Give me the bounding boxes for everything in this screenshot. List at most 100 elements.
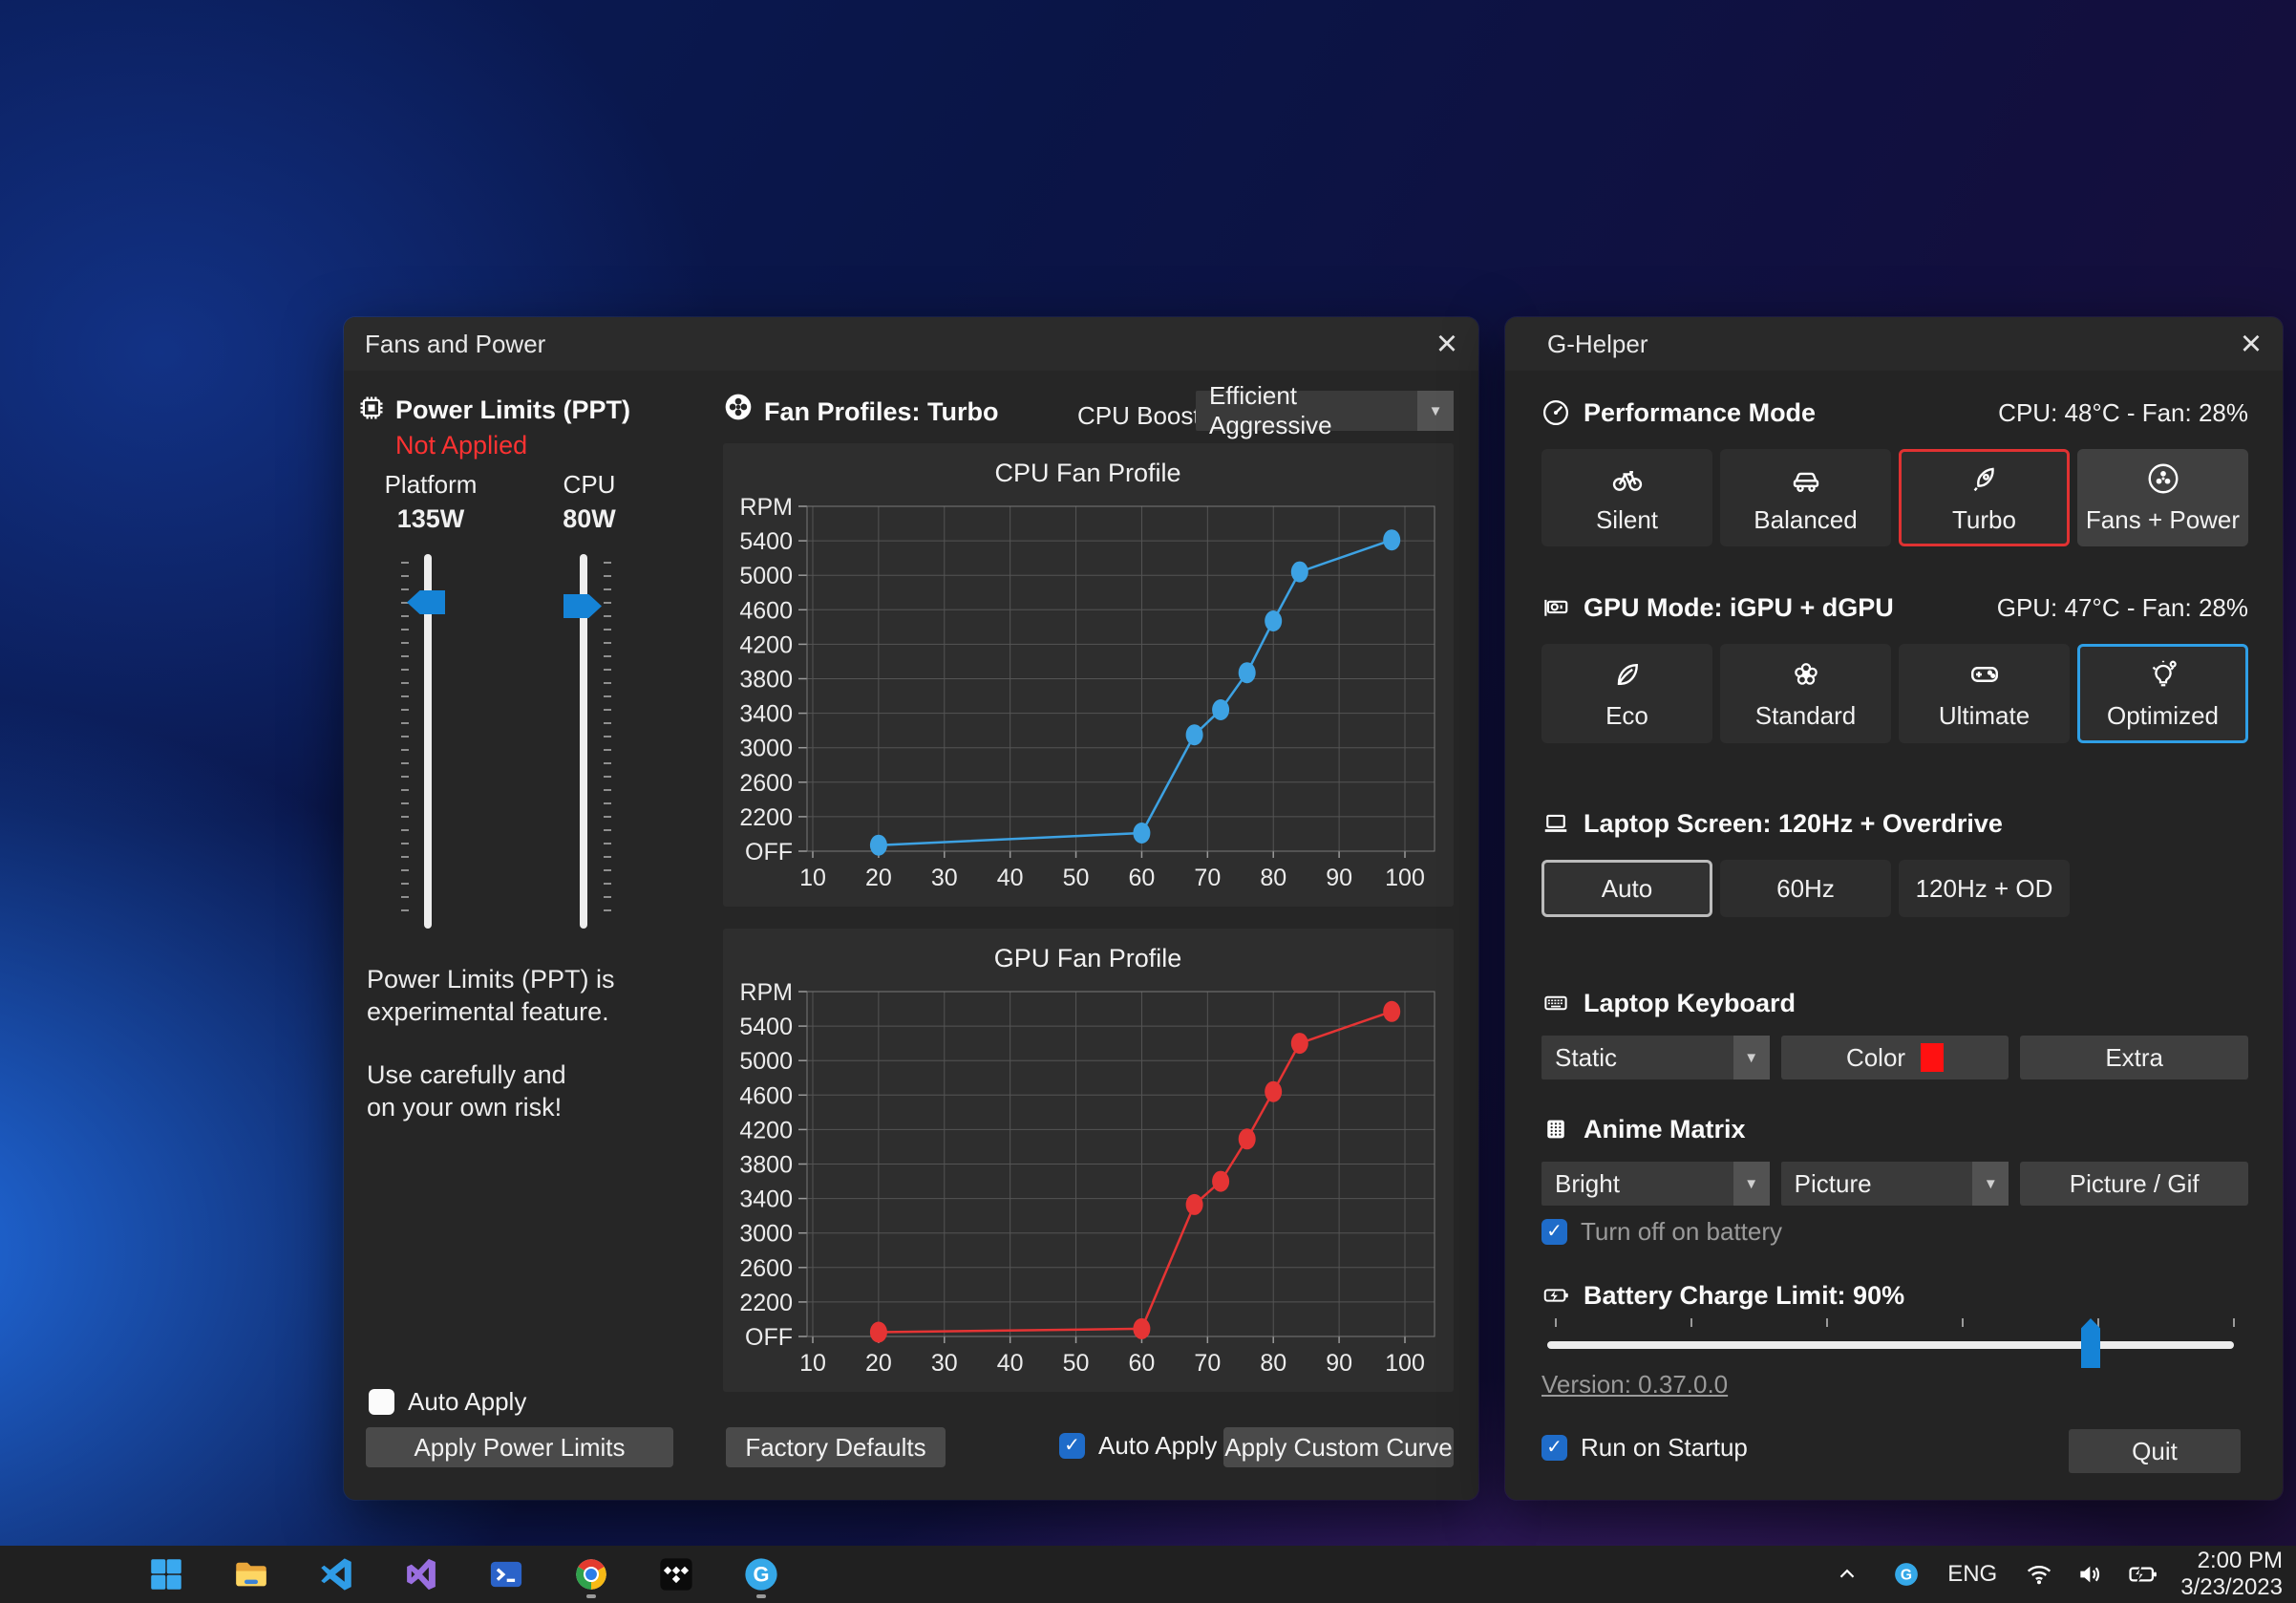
- svg-text:RPM: RPM: [739, 494, 793, 521]
- curve-auto-apply-checkbox[interactable]: [1059, 1433, 1085, 1459]
- color-swatch: [1921, 1043, 1944, 1072]
- svg-text:3400: 3400: [739, 1186, 793, 1213]
- keyboard-color-button[interactable]: Color: [1781, 1036, 2009, 1079]
- screen-auto-button[interactable]: Auto: [1541, 860, 1712, 917]
- fans-and-power-window: Fans and Power × Power Limits (PPT) Not …: [344, 317, 1478, 1500]
- close-icon[interactable]: ×: [1425, 323, 1469, 365]
- chevron-down-icon[interactable]: ▼: [1733, 1036, 1770, 1079]
- file-explorer-button[interactable]: [230, 1550, 272, 1599]
- apply-power-limits-button[interactable]: Apply Power Limits: [366, 1427, 673, 1467]
- quit-button[interactable]: Quit: [2069, 1429, 2241, 1473]
- cpu-slider-thumb[interactable]: [563, 594, 602, 618]
- svg-text:70: 70: [1194, 1350, 1221, 1377]
- svg-text:2200: 2200: [739, 1290, 793, 1316]
- speedometer-icon: [1541, 398, 1570, 427]
- wifi-icon[interactable]: [2024, 1559, 2054, 1590]
- svg-text:G: G: [1901, 1568, 1912, 1584]
- gpu-mode-ultimate[interactable]: Ultimate: [1899, 644, 2070, 743]
- svg-text:5000: 5000: [739, 1048, 793, 1075]
- battery-slider-thumb[interactable]: [2081, 1318, 2100, 1368]
- factory-defaults-button[interactable]: Factory Defaults: [726, 1427, 946, 1467]
- anime-brightness-value: Bright: [1541, 1162, 1733, 1206]
- tray-chevron-up-icon[interactable]: [1835, 1562, 1860, 1587]
- language-indicator[interactable]: ENG: [1947, 1561, 1997, 1588]
- gpu-temp-status: GPU: 47°C - Fan: 28%: [1997, 593, 2248, 623]
- visual-studio-button[interactable]: [400, 1550, 442, 1599]
- svg-text:G: G: [753, 1563, 769, 1587]
- cpu-boost-dropdown[interactable]: Efficient Aggressive ▼: [1196, 391, 1454, 431]
- perf-mode-balanced[interactable]: Balanced: [1720, 449, 1891, 546]
- gpu-card-icon: [1541, 593, 1570, 622]
- taskbar-clock[interactable]: 2:00 PM 3/23/2023: [2180, 1548, 2283, 1601]
- svg-text:OFF: OFF: [745, 839, 793, 866]
- cpu-limit-label: CPU 80W: [521, 470, 657, 534]
- terminal-button[interactable]: [485, 1550, 527, 1599]
- svg-text:100: 100: [1385, 1350, 1425, 1377]
- svg-text:40: 40: [997, 1350, 1024, 1377]
- fans-window-titlebar[interactable]: Fans and Power ×: [344, 317, 1478, 371]
- laptop-icon: [1541, 809, 1570, 838]
- flower-icon: [1789, 657, 1823, 692]
- svg-text:20: 20: [865, 1350, 892, 1377]
- platform-limit-label: Platform 135W: [363, 470, 499, 534]
- tray-ghelper-icon[interactable]: G: [1892, 1560, 1921, 1589]
- keyboard-extra-button[interactable]: Extra: [2020, 1036, 2248, 1079]
- anime-matrix-header: Anime Matrix: [1584, 1115, 1746, 1144]
- svg-text:80: 80: [1260, 865, 1286, 891]
- ghelper-title: G-Helper: [1547, 317, 1648, 371]
- gpu-mode-standard[interactable]: Standard: [1720, 644, 1891, 743]
- gpu-mode-optimized[interactable]: Optimized: [2077, 644, 2248, 743]
- vscode-button[interactable]: [315, 1550, 357, 1599]
- anime-mode-value: Picture: [1781, 1162, 1973, 1206]
- anime-mode-dropdown[interactable]: Picture ▼: [1781, 1162, 2009, 1206]
- gpu-mode-eco[interactable]: Eco: [1541, 644, 1712, 743]
- gpu-mode-header: GPU Mode: iGPU + dGPU: [1584, 593, 1894, 623]
- tidal-button[interactable]: [655, 1550, 697, 1599]
- power-limits-warning: Power Limits (PPT) is experimental featu…: [367, 963, 691, 1123]
- screen-60hz-button[interactable]: 60Hz: [1720, 860, 1891, 917]
- keyboard-mode-dropdown[interactable]: Static ▼: [1541, 1036, 1770, 1079]
- power-limits-status: Not Applied: [395, 431, 527, 460]
- platform-slider-thumb[interactable]: [407, 590, 445, 614]
- power-limits-auto-apply-checkbox[interactable]: [369, 1389, 394, 1415]
- platform-slider-ticks: [401, 562, 409, 923]
- terminal-icon: [486, 1554, 526, 1594]
- vscode-icon: [316, 1554, 356, 1594]
- taskbar: G G ENG: [0, 1546, 2296, 1603]
- svg-text:GPU Fan Profile: GPU Fan Profile: [994, 944, 1182, 972]
- start-button[interactable]: [145, 1550, 187, 1599]
- svg-text:4600: 4600: [739, 1082, 793, 1109]
- chevron-down-icon[interactable]: ▼: [1417, 391, 1454, 431]
- battery-tray-icon[interactable]: [2127, 1558, 2159, 1591]
- fan-circle-icon: [2146, 461, 2180, 496]
- ghelper-taskbar-button[interactable]: G: [740, 1550, 782, 1599]
- tidal-icon: [656, 1554, 696, 1594]
- battery-limit-header: Battery Charge Limit: 90%: [1584, 1281, 1904, 1311]
- power-limits-auto-apply-label: Auto Apply: [408, 1387, 526, 1417]
- chevron-down-icon[interactable]: ▼: [1733, 1162, 1770, 1206]
- file-explorer-icon: [231, 1554, 271, 1594]
- chrome-button[interactable]: [570, 1550, 612, 1599]
- perf-mode-fans-power[interactable]: Fans + Power: [2077, 449, 2248, 546]
- perf-mode-silent[interactable]: Silent: [1541, 449, 1712, 546]
- run-on-startup-checkbox[interactable]: [1541, 1435, 1567, 1461]
- version-link[interactable]: Version: 0.37.0.0: [1541, 1370, 2248, 1400]
- screen-120hz-od-button[interactable]: 120Hz + OD: [1899, 860, 2070, 917]
- perf-mode-turbo[interactable]: Turbo: [1899, 449, 2070, 546]
- svg-text:70: 70: [1194, 865, 1221, 891]
- gpu-fan-profile-chart[interactable]: 102030405060708090100OFF2200260030003400…: [723, 929, 1454, 1392]
- svg-text:2600: 2600: [739, 770, 793, 797]
- svg-text:10: 10: [799, 1350, 826, 1377]
- anime-battery-checkbox[interactable]: [1541, 1219, 1567, 1245]
- close-icon[interactable]: ×: [2229, 323, 2273, 365]
- apply-custom-curve-button[interactable]: Apply Custom Curve: [1223, 1427, 1454, 1467]
- ghelper-titlebar[interactable]: G-Helper ×: [1505, 317, 2283, 371]
- svg-text:5400: 5400: [739, 1014, 793, 1040]
- battery-slider-track[interactable]: [1547, 1341, 2234, 1349]
- volume-icon[interactable]: [2075, 1559, 2106, 1590]
- anime-picture-gif-button[interactable]: Picture / Gif: [2020, 1162, 2248, 1206]
- chevron-down-icon[interactable]: ▼: [1972, 1162, 2009, 1206]
- anime-brightness-dropdown[interactable]: Bright ▼: [1541, 1162, 1770, 1206]
- cpu-fan-profile-chart[interactable]: 102030405060708090100OFF2200260030003400…: [723, 443, 1454, 907]
- svg-text:60: 60: [1129, 865, 1156, 891]
